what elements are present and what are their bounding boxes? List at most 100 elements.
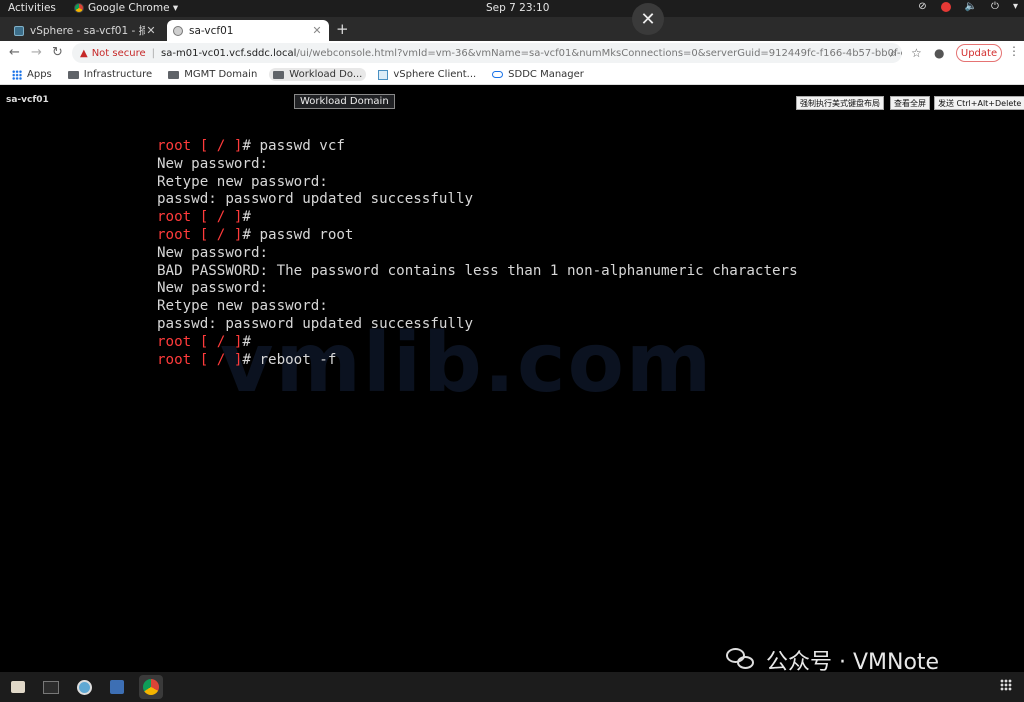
cloud-icon <box>492 71 504 78</box>
shell-prompt: root [ / ] <box>157 226 243 243</box>
terminal-line: root [ / ]# <box>157 209 260 226</box>
terminal-text: BAD PASSWORD: The password contains less… <box>157 262 798 279</box>
warning-icon: ▲ <box>80 47 88 59</box>
close-icon[interactable]: ✕ <box>145 24 157 37</box>
system-tray[interactable]: ⊘ 🔈 ⏻ ▾ <box>918 1 1018 12</box>
shell-prompt: root [ / ] <box>157 351 243 368</box>
app-menu-label: Google Chrome ▾ <box>88 2 179 14</box>
tab-strip: vSphere - sa-vcf01 - 摘要 ✕ sa-vcf01 ✕ <box>0 17 1024 41</box>
terminal-line: root [ / ]# reboot -f <box>157 351 337 368</box>
search-icon[interactable]: ⌕ <box>890 46 897 61</box>
force-us-keyboard-button[interactable]: 强制执行美式键盘布局 <box>796 96 884 110</box>
files-icon[interactable] <box>6 675 30 699</box>
apps-grid-icon <box>12 69 22 80</box>
url-host: sa-m01-vc01.vcf.sddc.local <box>161 47 297 59</box>
more-menu-icon[interactable]: ⋮ <box>1008 44 1020 58</box>
terminal-text: passwd vcf <box>259 138 345 154</box>
clock[interactable]: Sep 7 23:10 <box>486 2 549 14</box>
chrome-icon <box>74 3 84 13</box>
terminal-line: BAD PASSWORD: The password contains less… <box>157 263 798 281</box>
terminal-line: passwd: password updated successfully <box>157 191 798 209</box>
bookmark-label: vSphere Client... <box>393 69 477 80</box>
terminal-text: passwd: password updated successfully <box>157 191 474 208</box>
chrome-icon[interactable] <box>139 675 163 699</box>
app-menu[interactable]: Google Chrome ▾ <box>74 2 178 14</box>
app-icon[interactable] <box>72 675 96 699</box>
shell-prompt: root [ / ] <box>157 333 243 350</box>
terminal-line: root [ / ]# passwd vcf <box>157 138 345 154</box>
bookmark-tooltip: Workload Domain <box>294 94 395 109</box>
terminal-text: Retype new password: <box>157 173 328 190</box>
taskbar <box>0 672 1024 702</box>
bookmarks-bar: Apps Infrastructure MGMT Domain Workload… <box>0 65 1024 85</box>
not-secure-label[interactable]: Not secure <box>92 48 146 59</box>
tab-vsphere-summary[interactable]: vSphere - sa-vcf01 - 摘要 ✕ <box>8 20 163 41</box>
address-bar[interactable]: ▲ Not secure | sa-m01-vc01.vcf.sddc.loca… <box>72 43 902 63</box>
tab-title: sa-vcf01 <box>189 24 234 37</box>
globe-favicon-icon <box>173 25 183 36</box>
bookmark-workload-domain[interactable]: Workload Do... <box>269 68 367 81</box>
url-path: /ui/webconsole.html?vmId=vm-36&vmName=sa… <box>296 47 902 59</box>
shell-prompt: root [ / ] <box>157 138 243 154</box>
terminal-text: passwd: password updated successfully <box>157 315 474 332</box>
volume-icon[interactable]: 🔈 <box>965 1 977 12</box>
terminal-icon[interactable] <box>39 675 63 699</box>
terminal-text: New password: <box>157 280 269 297</box>
bookmark-mgmt-domain[interactable]: MGMT Domain <box>164 68 261 81</box>
vm-console-terminal[interactable]: root [ / ]# passwd vcf New password: Retyp… <box>157 138 798 369</box>
folder-icon <box>273 70 285 79</box>
terminal-line: New password: <box>157 156 798 174</box>
fullscreen-button[interactable]: 查看全屏 <box>890 96 930 110</box>
bookmark-sddc-manager[interactable]: SDDC Manager <box>488 68 588 81</box>
vm-name-label: sa-vcf01 <box>6 95 49 105</box>
chevron-down-icon[interactable]: ▾ <box>1013 1 1018 12</box>
bookmark-label: SDDC Manager <box>508 69 584 80</box>
terminal-line: New password: <box>157 280 798 298</box>
bookmark-label: MGMT Domain <box>184 69 258 80</box>
reload-icon[interactable]: ↻ <box>52 45 63 60</box>
terminal-text: New password: <box>157 155 269 172</box>
terminal-text: reboot -f <box>259 351 337 368</box>
terminal-line: root [ / ]# <box>157 333 260 350</box>
system-top-bar: Activities Google Chrome ▾ Sep 7 23:10 ⊘… <box>0 0 1024 17</box>
bookmark-infrastructure[interactable]: Infrastructure <box>64 68 156 81</box>
forward-arrow-icon[interactable]: → <box>31 45 42 60</box>
vsphere-favicon-icon <box>14 25 24 36</box>
terminal-line: New password: <box>157 245 798 263</box>
profile-icon[interactable]: ● <box>934 46 944 60</box>
terminal-line: Retype new password: <box>157 174 798 192</box>
folder-icon <box>168 70 180 79</box>
activities-button[interactable]: Activities <box>8 2 56 14</box>
terminal-text: New password: <box>157 244 269 261</box>
update-button[interactable]: Update <box>956 44 1002 62</box>
new-tab-button[interactable]: + <box>336 20 349 38</box>
tab-title: vSphere - sa-vcf01 - 摘要 <box>30 25 145 37</box>
show-applications-icon[interactable] <box>1000 679 1012 691</box>
close-icon[interactable]: ✕ <box>311 24 323 37</box>
text-editor-icon[interactable] <box>105 675 129 699</box>
star-icon[interactable]: ☆ <box>911 46 922 60</box>
tab-webconsole[interactable]: sa-vcf01 ✕ <box>167 20 329 41</box>
no-disturb-icon[interactable]: ⊘ <box>918 1 926 12</box>
bookmark-vsphere-client[interactable]: vSphere Client... <box>374 68 480 81</box>
shell-prompt: root [ / ] <box>157 209 243 226</box>
bookmark-label: Apps <box>27 69 52 80</box>
bookmark-apps[interactable]: Apps <box>8 68 56 81</box>
power-icon[interactable]: ⏻ <box>991 1 999 12</box>
browser-toolbar: ← → ↻ ▲ Not secure | sa-m01-vc01.vcf.sdd… <box>0 41 1024 65</box>
close-icon: ✕ <box>640 8 656 30</box>
wechat-icon <box>726 648 756 672</box>
vsphere-icon <box>378 69 389 80</box>
notification-icon[interactable] <box>940 1 951 12</box>
bookmark-label: Infrastructure <box>83 69 153 80</box>
terminal-line: Retype new password: <box>157 298 798 316</box>
back-arrow-icon[interactable]: ← <box>9 45 20 60</box>
exit-fullscreen-button[interactable]: ✕ <box>632 3 664 35</box>
bookmark-label: Workload Do... <box>289 69 363 80</box>
terminal-line: passwd: password updated successfully <box>157 316 798 334</box>
folder-icon <box>67 70 79 79</box>
send-ctrl-alt-delete-button[interactable]: 发送 Ctrl+Alt+Delete <box>934 96 1024 110</box>
divider: | <box>151 47 156 59</box>
terminal-line: root [ / ]# passwd root <box>157 226 354 243</box>
terminal-text: passwd root <box>259 226 354 243</box>
